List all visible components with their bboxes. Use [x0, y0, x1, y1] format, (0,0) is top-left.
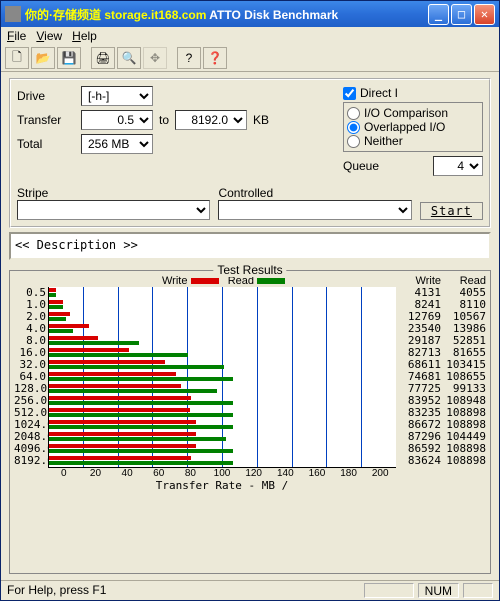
save-icon[interactable]: 💾 — [57, 47, 81, 69]
numlock-indicator: NUM — [418, 583, 459, 598]
results-panel: Test Results Write Read WriteRead 0.51.0… — [9, 270, 491, 574]
drive-label: Drive — [17, 89, 75, 103]
status-help: For Help, press F1 — [7, 583, 360, 598]
bar-row — [49, 455, 396, 467]
transfer-to-select[interactable]: 8192.0 — [175, 110, 247, 130]
controlled-label: Controlled — [218, 186, 411, 200]
minimize-button[interactable]: _ — [428, 4, 449, 25]
controlled-select[interactable] — [218, 200, 411, 220]
stripe-label: Stripe — [17, 186, 210, 200]
app-window: 你的·存储频道 storage.it168.com ATTO Disk Benc… — [0, 0, 500, 601]
menu-file[interactable]: File — [7, 29, 26, 43]
transfer-from-select[interactable]: 0.5 — [81, 110, 153, 130]
move-icon[interactable]: ✥ — [143, 47, 167, 69]
xlabel: Transfer Rate - MB / — [48, 479, 396, 492]
chart: 0.51.02.04.08.016.032.064.0128.0256.0512… — [14, 287, 486, 468]
transfer-unit: KB — [253, 113, 269, 127]
transfer-label: Transfer — [17, 113, 75, 127]
bar-row — [49, 323, 396, 335]
drive-select[interactable]: [-h-] — [81, 86, 153, 106]
close-button[interactable]: ✕ — [474, 4, 495, 25]
whatsthis-icon[interactable]: ❓ — [203, 47, 227, 69]
menu-help[interactable]: Help — [72, 29, 97, 43]
bar-row — [49, 371, 396, 383]
bar-row — [49, 407, 396, 419]
bar-row — [49, 347, 396, 359]
to-label: to — [159, 113, 169, 127]
menu-view[interactable]: View — [36, 29, 62, 43]
menubar: File View Help — [1, 27, 499, 45]
toolbar: 🗋 📂 💾 🖨 🔍 ✥ ? ❓ — [1, 45, 499, 72]
bar-row — [49, 335, 396, 347]
bar-row — [49, 383, 396, 395]
io-comparison-radio[interactable]: I/O Comparison — [347, 106, 479, 120]
results-title: Test Results — [213, 263, 286, 277]
help-icon[interactable]: ? — [177, 47, 201, 69]
bar-row — [49, 299, 396, 311]
app-icon — [5, 6, 21, 22]
overlapped-radio[interactable]: Overlapped I/O — [347, 120, 479, 134]
bar-row — [49, 311, 396, 323]
maximize-button[interactable]: □ — [451, 4, 472, 25]
queue-select[interactable]: 4 — [433, 156, 483, 176]
stripe-select[interactable] — [17, 200, 210, 220]
statusbar: For Help, press F1 NUM — [1, 580, 499, 600]
settings-panel: Drive [-h-] Transfer 0.5 to 8192.0 KB To… — [9, 78, 491, 228]
bar-row — [49, 395, 396, 407]
bar-row — [49, 419, 396, 431]
write-legend: Write — [162, 275, 187, 287]
new-icon[interactable]: 🗋 — [5, 47, 29, 69]
queue-label: Queue — [343, 159, 379, 173]
open-icon[interactable]: 📂 — [31, 47, 55, 69]
start-button[interactable]: Start — [420, 202, 483, 220]
bar-row — [49, 287, 396, 299]
titlebar[interactable]: 你的·存储频道 storage.it168.com ATTO Disk Benc… — [1, 1, 499, 27]
description-box[interactable]: << Description >> — [9, 232, 491, 260]
neither-radio[interactable]: Neither — [347, 134, 479, 148]
print-icon[interactable]: 🖨 — [91, 47, 115, 69]
direct-io-checkbox[interactable]: Direct I — [343, 86, 483, 100]
bar-row — [49, 431, 396, 443]
preview-icon[interactable]: 🔍 — [117, 47, 141, 69]
window-title: 你的·存储频道 storage.it168.com ATTO Disk Benc… — [25, 6, 428, 23]
bar-row — [49, 443, 396, 455]
total-select[interactable]: 256 MB — [81, 134, 153, 154]
bar-row — [49, 359, 396, 371]
total-label: Total — [17, 137, 75, 151]
